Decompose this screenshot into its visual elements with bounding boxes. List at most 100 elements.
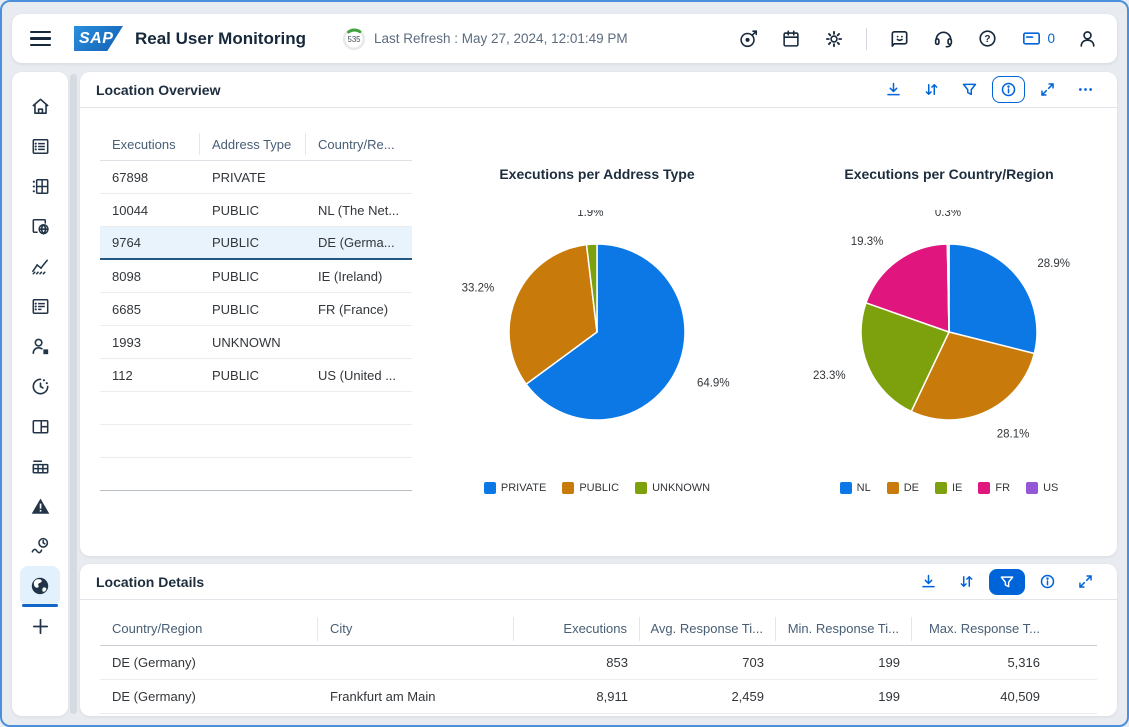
table-row[interactable]: 8098 PUBLIC IE (Ireland) bbox=[100, 260, 412, 293]
calendar-icon[interactable] bbox=[780, 28, 802, 50]
sort-icon[interactable] bbox=[916, 77, 947, 102]
overflow-icon[interactable] bbox=[1070, 77, 1101, 102]
table-cell: 6685 bbox=[112, 301, 141, 317]
svg-text:?: ? bbox=[985, 34, 991, 45]
download-icon[interactable] bbox=[878, 77, 909, 102]
sidebar-item-table-grid[interactable] bbox=[20, 166, 60, 206]
column-header[interactable]: Executions bbox=[100, 133, 200, 155]
sidebar-item-user-box[interactable] bbox=[20, 326, 60, 366]
column-header[interactable]: Min. Response Ti... bbox=[776, 616, 912, 641]
settings-gear-icon[interactable] bbox=[823, 28, 845, 50]
table-cell: UNKNOWN bbox=[212, 334, 281, 350]
sort-icon[interactable] bbox=[951, 569, 982, 594]
sidebar-item-time-pie[interactable] bbox=[20, 366, 60, 406]
feedback-chat-icon[interactable] bbox=[888, 27, 911, 50]
legend-item-US[interactable]: US bbox=[1026, 482, 1058, 494]
panel-title: Location Overview bbox=[96, 81, 221, 98]
table-cell: 1993 bbox=[112, 334, 141, 350]
table-cell: 199 bbox=[878, 689, 900, 704]
sidebar-item-home[interactable] bbox=[20, 86, 60, 126]
legend-item-FR[interactable]: FR bbox=[978, 482, 1010, 494]
pie-value-label: 0.3% bbox=[935, 210, 961, 219]
sidebar-item-table-header[interactable] bbox=[20, 446, 60, 486]
table-cell: PUBLIC bbox=[212, 268, 259, 284]
legend-label: DE bbox=[903, 482, 919, 494]
table-cell: IE (Ireland) bbox=[318, 268, 383, 284]
refresh-countdown-badge[interactable]: 535 bbox=[342, 27, 366, 51]
sidebar-item-trend-chart[interactable] bbox=[20, 246, 60, 286]
sap-logo: SAP bbox=[74, 26, 123, 51]
legend-item-PRIVATE[interactable]: PRIVATE bbox=[483, 482, 546, 494]
table-row[interactable]: 9764 PUBLIC DE (Germa... bbox=[100, 227, 412, 260]
sidebar-item-time-series[interactable] bbox=[20, 526, 60, 566]
column-header[interactable]: Address Type bbox=[200, 133, 306, 155]
pie-value-label: 64.9% bbox=[697, 378, 730, 390]
filter-icon-active[interactable] bbox=[989, 568, 1025, 595]
info-icon[interactable] bbox=[992, 76, 1025, 103]
table-row[interactable]: 67898 PRIVATE bbox=[100, 161, 412, 194]
table-row[interactable]: 112 PUBLIC US (United ... bbox=[100, 359, 412, 392]
legend-item-PUBLIC[interactable]: PUBLIC bbox=[562, 482, 619, 494]
expand-icon[interactable] bbox=[1070, 569, 1101, 594]
details-toolbar bbox=[913, 568, 1101, 595]
legend-item-UNKNOWN[interactable]: UNKNOWN bbox=[635, 482, 710, 494]
table-cell: 199 bbox=[878, 655, 900, 670]
notification-count: 0 bbox=[1047, 31, 1055, 46]
sidebar-item-alerts[interactable] bbox=[20, 486, 60, 526]
sidebar-item-layout-columns[interactable] bbox=[20, 406, 60, 446]
info-icon[interactable] bbox=[1032, 569, 1063, 594]
column-header[interactable]: Executions bbox=[514, 616, 640, 641]
notifications-banner-icon[interactable]: 0 bbox=[1020, 27, 1055, 50]
table-cell: NL (The Net... bbox=[318, 202, 400, 218]
table-row[interactable]: 10044 PUBLIC NL (The Net... bbox=[100, 194, 412, 227]
pie-value-label: 1.9% bbox=[577, 210, 603, 219]
table-row[interactable]: DE (Germany) Frankfurt am Main 8,911 2,459 1… bbox=[100, 680, 1097, 714]
help-icon[interactable]: ? bbox=[976, 27, 999, 50]
pie-value-label: 33.2% bbox=[462, 283, 495, 295]
table-cell: PRIVATE bbox=[212, 169, 266, 185]
legend-item-IE[interactable]: IE bbox=[934, 482, 962, 494]
legend-swatch bbox=[839, 482, 852, 494]
column-header[interactable]: Country/Re... bbox=[306, 133, 410, 155]
table-row[interactable]: 1993 UNKNOWN bbox=[100, 326, 412, 359]
legend-item-NL[interactable]: NL bbox=[839, 482, 871, 494]
table-cell: 8,911 bbox=[596, 689, 628, 704]
column-header[interactable]: Max. Response T... bbox=[912, 617, 1052, 641]
table-cell: US (United ... bbox=[318, 367, 397, 383]
headset-icon[interactable] bbox=[932, 27, 955, 50]
sidebar-item-web-page[interactable] bbox=[20, 206, 60, 246]
sidebar-item-add[interactable] bbox=[20, 606, 60, 646]
sidebar-item-list-rows[interactable] bbox=[20, 286, 60, 326]
table-row[interactable]: 6685 PUBLIC FR (France) bbox=[100, 293, 412, 326]
table-cell: 9764 bbox=[112, 235, 141, 250]
time-pie-icon bbox=[32, 377, 49, 394]
legend-item-DE[interactable]: DE bbox=[886, 482, 919, 494]
table-cell: PUBLIC bbox=[212, 301, 259, 317]
download-icon[interactable] bbox=[913, 569, 944, 594]
menu-icon[interactable] bbox=[30, 26, 56, 52]
column-header[interactable]: City bbox=[318, 616, 514, 641]
sidebar-item-locations[interactable] bbox=[20, 566, 60, 607]
sidebar-scrollbar[interactable] bbox=[70, 74, 77, 714]
layout-columns-icon bbox=[32, 419, 48, 433]
sidebar-item-report-list[interactable] bbox=[20, 126, 60, 166]
table-cell: 853 bbox=[606, 655, 628, 670]
last-refresh-text: Last Refresh : May 27, 2024, 12:01:49 PM bbox=[373, 31, 628, 46]
table-cell: PUBLIC bbox=[212, 202, 259, 218]
table-cell: DE (Germany) bbox=[112, 689, 196, 704]
app-title: Real User Monitoring bbox=[135, 28, 306, 48]
user-icon[interactable] bbox=[1076, 27, 1099, 50]
details-table: Country/Region City Executions Avg. Respons… bbox=[100, 612, 1097, 714]
table-row[interactable]: DE (Germany) 853 703 199 5,316 bbox=[100, 646, 1097, 680]
table-cell: 703 bbox=[742, 655, 764, 670]
pie-chart-address-type: Executions per Address Type 64.9% 33.2% 1.9… bbox=[430, 128, 764, 494]
column-header[interactable]: Country/Region bbox=[100, 616, 318, 641]
column-header[interactable]: Avg. Response Ti... bbox=[640, 616, 776, 641]
overview-toolbar bbox=[878, 76, 1101, 103]
pie-value-label: 19.3% bbox=[851, 236, 884, 248]
table-cell: 67898 bbox=[112, 169, 149, 185]
expand-icon[interactable] bbox=[1032, 77, 1063, 102]
target-icon[interactable] bbox=[737, 28, 759, 50]
filter-icon[interactable] bbox=[954, 77, 985, 102]
legend-swatch bbox=[562, 482, 575, 494]
